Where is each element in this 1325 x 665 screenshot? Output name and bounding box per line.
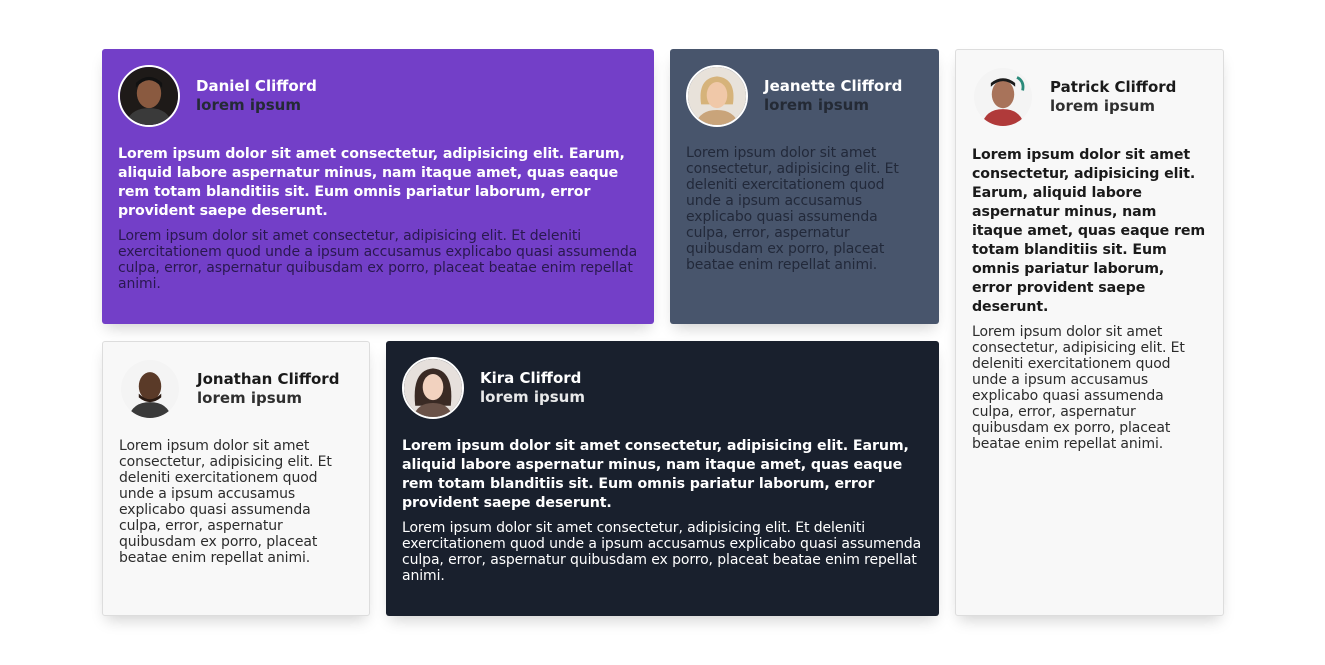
avatar-photo-icon — [120, 67, 178, 125]
testimonials-grid: Daniel Clifford lorem ipsum Lorem ipsum … — [102, 49, 1224, 616]
avatar — [119, 358, 181, 420]
card-header: Jeanette Clifford lorem ipsum — [686, 65, 923, 127]
testimonial-body: Lorem ipsum dolor sit amet consectetur, … — [972, 324, 1185, 452]
testimonial-card-jeanette: Jeanette Clifford lorem ipsum Lorem ipsu… — [670, 49, 939, 324]
testimonial-quote: Lorem ipsum dolor sit amet consectetur, … — [972, 147, 1206, 315]
avatar — [686, 65, 748, 127]
card-header: Patrick Clifford lorem ipsum — [972, 66, 1207, 128]
avatar-photo-icon — [688, 67, 746, 125]
card-header: Jonathan Clifford lorem ipsum — [119, 358, 353, 420]
testimonial-card-jonathan: Jonathan Clifford lorem ipsum Lorem ipsu… — [102, 341, 370, 616]
avatar-photo-icon — [974, 68, 1032, 126]
testimonial-card-patrick: Patrick Clifford lorem ipsum Lorem ipsum… — [955, 49, 1224, 616]
testimonial-body: Lorem ipsum dolor sit amet consectetur, … — [119, 438, 332, 566]
person-role: lorem ipsum — [764, 96, 869, 114]
person-name: Jeanette Clifford — [764, 77, 903, 95]
testimonial-body: Lorem ipsum dolor sit amet consectetur, … — [686, 145, 899, 273]
person-name: Jonathan Clifford — [197, 370, 340, 388]
testimonial-body: Lorem ipsum dolor sit amet consectetur, … — [118, 228, 638, 292]
testimonial-quote: Lorem ipsum dolor sit amet consectetur, … — [402, 438, 909, 511]
testimonial-quote: Lorem ipsum dolor sit amet consectetur, … — [118, 146, 625, 219]
person-role: lorem ipsum — [1050, 97, 1155, 115]
testimonial-card-daniel: Daniel Clifford lorem ipsum Lorem ipsum … — [102, 49, 654, 324]
card-header: Kira Clifford lorem ipsum — [402, 357, 923, 419]
testimonial-body: Lorem ipsum dolor sit amet consectetur, … — [402, 520, 922, 584]
person-name: Kira Clifford — [480, 369, 582, 387]
card-header: Daniel Clifford lorem ipsum — [118, 65, 638, 127]
avatar — [972, 66, 1034, 128]
person-name: Daniel Clifford — [196, 77, 317, 95]
avatar-photo-icon — [404, 359, 462, 417]
avatar — [118, 65, 180, 127]
avatar — [402, 357, 464, 419]
avatar-photo-icon — [121, 360, 179, 418]
person-role: lorem ipsum — [480, 388, 585, 406]
person-role: lorem ipsum — [196, 96, 301, 114]
person-name: Patrick Clifford — [1050, 78, 1177, 96]
person-role: lorem ipsum — [197, 389, 302, 407]
testimonial-card-kira: Kira Clifford lorem ipsum Lorem ipsum do… — [386, 341, 939, 616]
